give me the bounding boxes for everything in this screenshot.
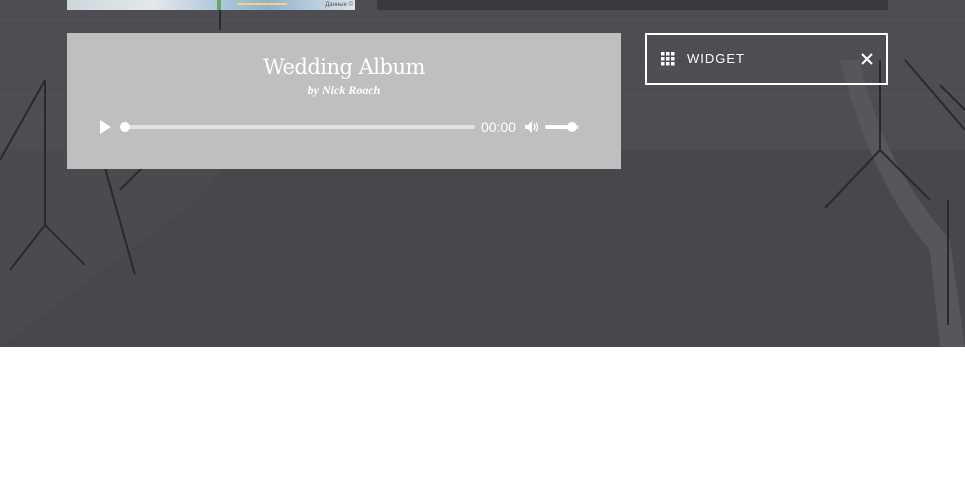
album-title: Wedding Album bbox=[263, 55, 425, 79]
widget-toggle[interactable]: WIDGET bbox=[645, 33, 888, 85]
map-road bbox=[237, 3, 287, 5]
map-credit: Данные © bbox=[325, 2, 353, 8]
audio-player-card: Wedding Album by Nick Roach 00:00 bbox=[67, 33, 621, 169]
album-author: by Nick Roach bbox=[307, 83, 381, 97]
grid-icon bbox=[661, 52, 675, 66]
audio-player: 00:00 bbox=[97, 117, 587, 137]
hero-section: Данные © Wedding Album by Nick Roach 00:… bbox=[0, 0, 965, 347]
play-icon[interactable] bbox=[97, 119, 113, 135]
volume-slider[interactable] bbox=[545, 122, 579, 132]
current-time: 00:00 bbox=[481, 119, 517, 135]
widget-label: WIDGET bbox=[687, 51, 745, 66]
volume-handle[interactable] bbox=[567, 122, 578, 132]
map-road bbox=[217, 0, 221, 10]
content-panel bbox=[377, 0, 888, 10]
close-icon[interactable] bbox=[858, 50, 876, 68]
map-thumbnail[interactable]: Данные © bbox=[67, 0, 355, 10]
seek-handle[interactable] bbox=[120, 122, 130, 132]
seek-bar[interactable] bbox=[120, 122, 475, 132]
volume-icon[interactable] bbox=[525, 121, 539, 133]
